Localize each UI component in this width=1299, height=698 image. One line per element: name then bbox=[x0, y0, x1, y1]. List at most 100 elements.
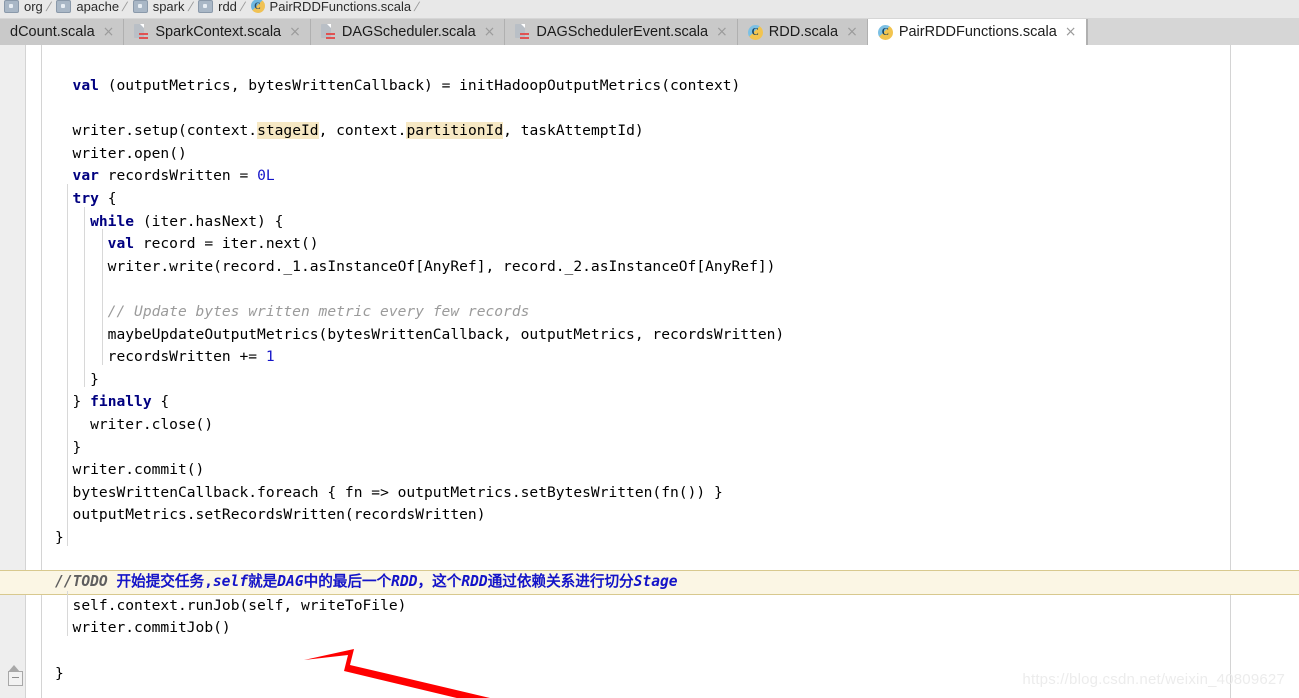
code-line-text: writer.close() bbox=[90, 414, 213, 437]
code-line-text: } bbox=[73, 437, 82, 460]
code-editor[interactable]: val (outputMetrics, bytesWrittenCallback… bbox=[0, 45, 1299, 698]
code-number: 1 bbox=[265, 348, 275, 366]
code-text: writer.open() bbox=[72, 144, 187, 162]
code-text: } bbox=[55, 664, 64, 682]
code-text: } bbox=[72, 393, 91, 411]
code-line: } bbox=[0, 437, 1299, 460]
code-line-text: writer.commitJob() bbox=[73, 617, 231, 640]
code-line-text: writer.open() bbox=[73, 143, 187, 166]
code-line: // Update bytes written metric every few… bbox=[0, 301, 1299, 324]
breadcrumb-item-spark[interactable]: spark bbox=[129, 0, 187, 17]
code-line: outputMetrics.setRecordsWritten(recordsW… bbox=[0, 504, 1299, 527]
ide-window: org/apache/spark/rdd/PairRDDFunctions.sc… bbox=[0, 0, 1299, 698]
code-text: writer.commit() bbox=[72, 461, 205, 479]
editor-tab-dagschedulerevent-scala[interactable]: DAGSchedulerEvent.scala × bbox=[505, 19, 738, 45]
code-text: (outputMetrics, bytesWrittenCallback) = … bbox=[98, 77, 741, 94]
code-line-text: var recordsWritten = 0L bbox=[73, 165, 275, 188]
editor-tab-label: dCount.scala bbox=[10, 24, 95, 40]
editor-tab-dagscheduler-scala[interactable]: DAGScheduler.scala × bbox=[310, 19, 506, 45]
editor-tab-rdd-scala[interactable]: RDD.scala × bbox=[737, 19, 868, 45]
close-icon[interactable]: × bbox=[846, 25, 858, 39]
editor-tab-label: SparkContext.scala bbox=[155, 24, 282, 40]
todo-prefix: //TODO bbox=[55, 573, 117, 591]
code-line: bytesWrittenCallback.foreach { fn => out… bbox=[0, 482, 1299, 505]
editor-tab-sparkcontext-scala[interactable]: SparkContext.scala × bbox=[124, 19, 311, 45]
code-line-text: writer.commit() bbox=[73, 459, 205, 482]
code-line: writer.commit() bbox=[0, 459, 1299, 482]
code-line-text: val record = iter.next() bbox=[108, 233, 319, 256]
code-text: recordsWritten = bbox=[98, 167, 258, 185]
code-line-text: writer.setup(context.stageId, context.pa… bbox=[73, 120, 644, 143]
breadcrumb-item-label: rdd bbox=[218, 0, 237, 14]
editor-tab-dcount-scala[interactable]: dCount.scala × bbox=[0, 19, 125, 45]
scala-object-icon bbox=[134, 24, 149, 40]
breadcrumb-item-pairrddfunctions-scala[interactable]: PairRDDFunctions.scala bbox=[247, 0, 414, 17]
code-line-text: val (outputMetrics, bytesWrittenCallback… bbox=[73, 75, 741, 98]
close-icon[interactable]: × bbox=[289, 25, 301, 39]
scala-class-icon bbox=[747, 24, 763, 40]
code-comment: // Update bytes written metric every few… bbox=[107, 303, 530, 320]
code-line: } bbox=[0, 369, 1299, 392]
code-text: recordsWritten += bbox=[107, 348, 266, 366]
indent-guide bbox=[66, 590, 68, 636]
code-text: { bbox=[98, 190, 117, 207]
breadcrumb-item-apache[interactable]: apache bbox=[52, 0, 121, 17]
highlighted-identifier: stageId bbox=[257, 122, 319, 140]
code-line-text: recordsWritten += 1 bbox=[108, 346, 275, 369]
code-line-text: self.context.runJob(self, writeToFile) bbox=[73, 595, 407, 618]
package-icon bbox=[198, 0, 214, 13]
code-line: writer.write(record._1.asInstanceOf[AnyR… bbox=[0, 256, 1299, 279]
scala-class-icon bbox=[250, 0, 265, 13]
code-text: writer.commitJob() bbox=[72, 619, 231, 637]
code-keyword: while bbox=[90, 212, 135, 230]
close-icon[interactable]: × bbox=[716, 25, 728, 39]
code-text: , taskAttemptId) bbox=[503, 122, 644, 140]
code-line-text: } finally { bbox=[73, 391, 170, 414]
close-icon[interactable]: × bbox=[484, 25, 496, 39]
code-line: val record = iter.next() bbox=[0, 233, 1299, 256]
tab-bar-empty-area bbox=[1086, 19, 1299, 45]
editor-tab-label: DAGSchedulerEvent.scala bbox=[536, 24, 709, 40]
code-line-text: // Update bytes written metric every few… bbox=[108, 301, 530, 324]
scala-object-icon bbox=[320, 24, 336, 40]
code-text: outputMetrics.setRecordsWritten(recordsW… bbox=[72, 506, 486, 524]
code-line-text: } bbox=[90, 369, 99, 392]
breadcrumb-item-org[interactable]: org bbox=[0, 0, 45, 17]
code-line: try { bbox=[0, 188, 1299, 211]
code-number: 0L bbox=[257, 167, 275, 185]
code-line: writer.setup(context.stageId, context.pa… bbox=[0, 120, 1299, 143]
todo-comment-text: //TODO 开始提交任务,self就是DAG中的最后一个RDD，这个RDD通过… bbox=[55, 573, 678, 591]
code-line: writer.close() bbox=[0, 414, 1299, 437]
code-line: recordsWritten += 1 bbox=[0, 346, 1299, 369]
code-line: while (iter.hasNext) { bbox=[0, 211, 1299, 234]
close-icon[interactable]: × bbox=[103, 25, 115, 39]
indent-guide bbox=[84, 206, 86, 388]
package-icon bbox=[56, 0, 72, 13]
code-line-text: maybeUpdateOutputMetrics(bytesWrittenCal… bbox=[108, 324, 785, 347]
close-icon[interactable]: × bbox=[1065, 25, 1077, 39]
code-content[interactable]: val (outputMetrics, bytesWrittenCallback… bbox=[0, 45, 1299, 698]
code-text: writer.write(record._1.asInstanceOf[AnyR… bbox=[107, 257, 776, 275]
code-text: { bbox=[151, 393, 170, 411]
code-line: } finally { bbox=[0, 391, 1299, 414]
code-keyword: try bbox=[72, 190, 99, 207]
code-line: var recordsWritten = 0L bbox=[0, 165, 1299, 188]
code-line-text: } bbox=[55, 663, 64, 686]
code-text: bytesWrittenCallback.foreach { fn => out… bbox=[72, 483, 723, 501]
code-line-text: } bbox=[55, 527, 64, 550]
indent-guide bbox=[66, 184, 68, 546]
code-text: } bbox=[72, 438, 82, 456]
code-keyword: val bbox=[72, 77, 99, 94]
breadcrumb-item-label: PairRDDFunctions.scala bbox=[269, 0, 412, 14]
code-line: self.context.runJob(self, writeToFile) bbox=[0, 595, 1299, 618]
code-fold-icon[interactable] bbox=[8, 664, 23, 686]
code-line: } bbox=[0, 527, 1299, 550]
breadcrumb-item-rdd[interactable]: rdd bbox=[194, 0, 239, 17]
package-icon bbox=[4, 0, 19, 13]
breadcrumb-separator: / bbox=[412, 0, 422, 14]
code-keyword: var bbox=[72, 167, 99, 185]
editor-tab-bar: dCount.scala × SparkContext.scala × DAGSched… bbox=[0, 18, 1299, 46]
code-line-text: while (iter.hasNext) { bbox=[90, 211, 283, 234]
editor-tab-pairrddfunctions-scala[interactable]: PairRDDFunctions.scala × bbox=[867, 19, 1087, 45]
breadcrumb-item-label: spark bbox=[152, 0, 185, 14]
